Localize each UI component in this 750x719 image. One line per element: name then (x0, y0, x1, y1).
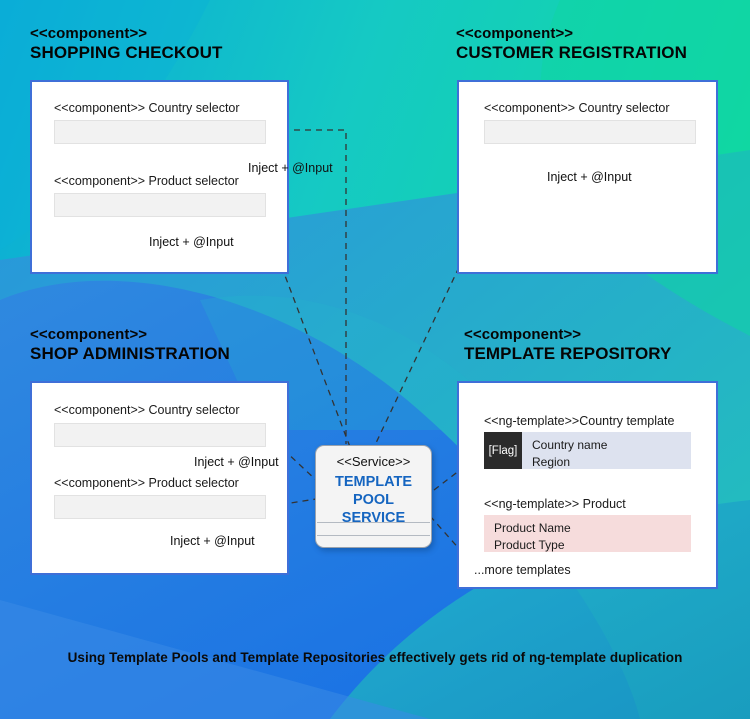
template-country-line-1: Country name (532, 438, 608, 452)
inject-label-registration-country: Inject + @Input (547, 170, 632, 184)
group-template-repository: <<component>> TEMPLATE REPOSITORY (464, 326, 672, 364)
template-product-line-1: Product Name (494, 521, 571, 535)
group-name-shopping-checkout: SHOPPING CHECKOUT (30, 42, 223, 62)
field-input-registration-country[interactable] (484, 120, 696, 144)
template-label-product: <<ng-template>> Product (484, 497, 626, 511)
template-row-country[interactable]: [Flag] Country name Region (484, 432, 691, 469)
template-row-product[interactable]: Product Name Product Type (484, 515, 691, 552)
flag-placeholder: [Flag] (484, 432, 522, 469)
inject-label-checkout-country: Inject + @Input (248, 161, 333, 175)
field-label-checkout-product: <<component>> Product selector (54, 174, 239, 188)
group-stereotype-customer-registration: <<component>> (456, 25, 574, 42)
service-card-divider-1 (317, 522, 430, 523)
group-stereotype-shopping-checkout: <<component>> (30, 25, 148, 42)
field-input-checkout-product[interactable] (54, 193, 266, 217)
field-label-registration-country: <<component>> Country selector (484, 101, 670, 115)
field-label-admin-country: <<component>> Country selector (54, 403, 240, 417)
diagram-canvas: <<component>> SHOPPING CHECKOUT <<compon… (0, 0, 750, 719)
diagram-caption: Using Template Pools and Template Reposi… (67, 650, 683, 665)
field-input-checkout-country[interactable] (54, 120, 266, 144)
template-label-country: <<ng-template>>Country template (484, 414, 675, 428)
service-name: TEMPLATE POOL SERVICE (334, 474, 413, 526)
panel-template-repository: <<ng-template>>Country template [Flag] C… (457, 381, 718, 589)
template-product-lines: Product Name Product Type (484, 515, 571, 552)
field-input-admin-product[interactable] (54, 495, 266, 519)
group-shopping-checkout: <<component>> SHOPPING CHECKOUT (30, 25, 223, 63)
inject-label-admin-country: Inject + @Input (194, 455, 279, 469)
template-country-lines: Country name Region (522, 432, 607, 469)
template-product-line-2: Product Type (494, 538, 565, 553)
inject-label-checkout-product: Inject + @Input (149, 235, 234, 249)
panel-shop-administration: <<component>> Country selector Inject + … (30, 381, 289, 575)
template-country-line-2: Region (532, 455, 571, 470)
field-label-checkout-country: <<component>> Country selector (54, 101, 240, 115)
group-name-shop-administration: SHOP ADMINISTRATION (30, 343, 230, 363)
panel-customer-registration: <<component>> Country selector Inject + … (457, 80, 718, 274)
group-shop-administration: <<component>> SHOP ADMINISTRATION (30, 326, 230, 364)
inject-label-admin-product: Inject + @Input (170, 534, 255, 548)
field-label-admin-product: <<component>> Product selector (54, 476, 239, 490)
group-customer-registration: <<component>> CUSTOMER REGISTRATION (456, 25, 687, 63)
service-card-divider-2 (317, 535, 430, 536)
field-input-admin-country[interactable] (54, 423, 266, 447)
group-stereotype-template-repository: <<component>> (464, 326, 582, 343)
template-more-label: ...more templates (474, 563, 571, 577)
group-stereotype-shop-administration: <<component>> (30, 326, 148, 343)
group-name-template-repository: TEMPLATE REPOSITORY (464, 343, 672, 363)
service-stereotype: <<Service>> (336, 454, 411, 469)
service-card-template-pool[interactable]: <<Service>> TEMPLATE POOL SERVICE (315, 445, 432, 548)
group-name-customer-registration: CUSTOMER REGISTRATION (456, 42, 687, 62)
panel-shopping-checkout: <<component>> Country selector <<compone… (30, 80, 289, 274)
